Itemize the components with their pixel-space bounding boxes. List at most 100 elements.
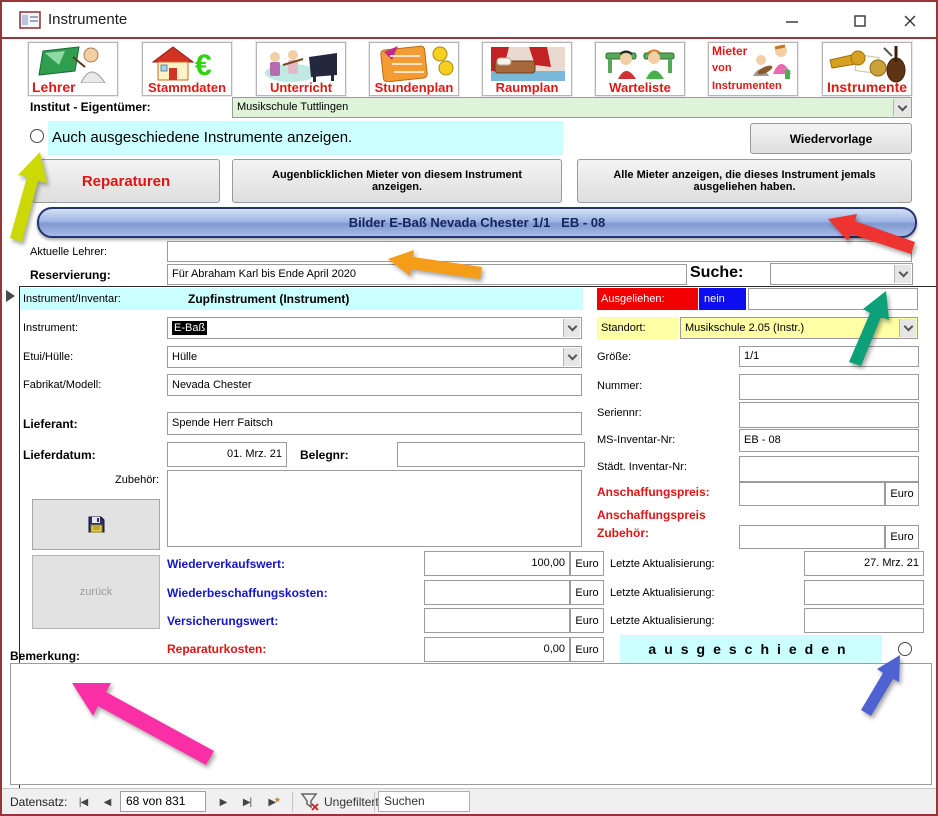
letzte-aktualisierung-field-1[interactable]: 27. Mrz. 21 xyxy=(804,551,924,576)
versicherungswert-field[interactable] xyxy=(424,608,570,633)
chevron-down-icon xyxy=(897,101,907,111)
close-button[interactable] xyxy=(890,8,930,34)
belegnr-label: Belegnr: xyxy=(300,448,349,462)
wiedervorlage-button[interactable]: Wiedervorlage xyxy=(750,123,912,154)
toolbar: Lehrer € Stammdaten Unterricht xyxy=(2,40,936,97)
reparaturkosten-field[interactable]: 0,00 xyxy=(424,637,570,662)
next-record-icon: ▶ xyxy=(220,797,227,808)
wiederverkaufswert-field[interactable]: 100,00 xyxy=(424,551,570,576)
letzte-aktualisierung-label: Letzte Aktualisierung: xyxy=(610,558,715,570)
letzte-aktualisierung-field-2[interactable] xyxy=(804,580,924,605)
dropdown-button[interactable] xyxy=(899,319,916,337)
current-renter-button[interactable]: Augenblicklichen Mieter von diesem Instr… xyxy=(232,159,562,203)
toolbar-button-raumplan[interactable]: Raumplan xyxy=(482,42,572,96)
close-icon xyxy=(904,15,916,27)
reservierung-field[interactable]: Für Abraham Karl bis Ende April 2020 xyxy=(167,264,687,285)
staedt-inventar-field[interactable] xyxy=(739,456,919,482)
nav-separator xyxy=(374,792,375,812)
record-search-input[interactable]: Suchen xyxy=(378,791,470,812)
first-record-icon: |◀ xyxy=(79,797,87,808)
ms-inventar-field[interactable]: EB - 08 xyxy=(739,429,919,452)
toolbar-button-unterricht[interactable]: Unterricht xyxy=(256,42,346,96)
standort-label: Standort: xyxy=(597,317,679,339)
standort-combobox[interactable]: Musikschule 2.05 (Instr.) xyxy=(680,317,918,339)
letzte-aktualisierung-label: Letzte Aktualisierung: xyxy=(610,615,715,627)
dropdown-button[interactable] xyxy=(563,319,580,337)
dropdown-button[interactable] xyxy=(893,99,910,116)
toolbar-label: Warteliste xyxy=(596,81,684,94)
toolbar-button-warteliste[interactable]: Warteliste xyxy=(595,42,685,96)
standort-value: Musikschule 2.05 (Instr.) xyxy=(685,322,804,334)
ausgeschieden-radio[interactable] xyxy=(898,642,912,656)
filter-state-label[interactable]: Ungefiltert xyxy=(324,795,379,809)
window-title: Instrumente xyxy=(48,11,127,28)
dropdown-button[interactable] xyxy=(563,348,580,366)
maximize-button[interactable] xyxy=(840,8,880,34)
aktuelle-lehrer-field[interactable] xyxy=(167,241,912,262)
owner-value: Musikschule Tuttlingen xyxy=(237,101,348,113)
groesse-field[interactable]: 1/1 xyxy=(739,346,919,367)
instrument-combobox[interactable]: E-Baß xyxy=(167,317,582,339)
zubehoer-field[interactable] xyxy=(167,470,582,547)
nummer-label: Nummer: xyxy=(597,380,642,392)
toolbar-button-stammdaten[interactable]: € Stammdaten xyxy=(142,42,232,96)
reparaturen-button[interactable]: Reparaturen xyxy=(32,159,220,203)
save-button[interactable] xyxy=(32,499,160,550)
new-record-button[interactable]: ▶* xyxy=(260,789,288,815)
previous-record-button[interactable]: ◀ xyxy=(96,789,118,815)
anschaffungspreis-label: Anschaffungspreis: xyxy=(597,485,710,499)
wiederbeschaffung-field[interactable] xyxy=(424,580,570,605)
lieferdatum-label: Lieferdatum: xyxy=(23,448,96,462)
house-euro-icon: € xyxy=(149,44,227,82)
lieferdatum-field[interactable]: 01. Mrz. 21 xyxy=(167,442,287,467)
next-record-button[interactable]: ▶ xyxy=(212,789,234,815)
bemerkung-field[interactable] xyxy=(10,663,932,785)
letzte-aktualisierung-field-3[interactable] xyxy=(804,608,924,633)
last-record-button[interactable]: ▶| xyxy=(236,789,258,815)
seriennr-field[interactable] xyxy=(739,402,919,428)
show-retired-label: Auch ausgeschiedene Instrumente anzeigen… xyxy=(48,121,563,155)
bilder-button[interactable]: Bilder E-Baß Nevada Chester 1/1 EB - 08 xyxy=(37,207,917,238)
etui-combobox[interactable]: Hülle xyxy=(167,346,582,368)
toolbar-button-mieter-von-instrumenten[interactable]: Mieter von Instrumenten xyxy=(708,42,798,96)
anschaffungspreis-zubehoer-field[interactable] xyxy=(739,525,885,549)
filter-icon xyxy=(300,793,320,811)
versicherungswert-label: Versicherungswert: xyxy=(167,614,278,628)
ms-inventar-label: MS-Inventar-Nr: xyxy=(597,434,675,446)
wiederverkaufswert-label: Wiederverkaufswert: xyxy=(167,557,285,571)
floppy-disk-icon xyxy=(88,516,105,533)
euro-label: Euro xyxy=(570,608,604,633)
show-retired-radio[interactable] xyxy=(30,129,44,143)
record-position-box[interactable]: 68 von 831 xyxy=(120,791,206,812)
toolbar-button-instrumente[interactable]: Instrumente xyxy=(822,42,912,96)
first-record-button[interactable]: |◀ xyxy=(72,789,94,815)
record-selector-icon xyxy=(6,290,15,302)
all-renters-button[interactable]: Alle Mieter anzeigen, die dieses Instrum… xyxy=(577,159,912,203)
toolbar-label: Unterricht xyxy=(257,81,345,94)
form-icon xyxy=(19,11,41,29)
lieferant-field[interactable]: Spende Herr Faitsch xyxy=(167,412,582,435)
etui-value: Hülle xyxy=(172,351,197,363)
toolbar-label: Raumplan xyxy=(483,81,571,94)
minimize-icon xyxy=(786,15,798,27)
zurueck-button[interactable]: zurück xyxy=(32,555,160,629)
toolbar-label-line1: Mieter xyxy=(712,45,747,58)
fabrikat-field[interactable]: Nevada Chester xyxy=(167,374,582,396)
dropdown-button[interactable] xyxy=(894,265,911,283)
chevron-down-icon xyxy=(898,268,908,278)
teacher-icon xyxy=(35,45,113,83)
toolbar-button-lehrer[interactable]: Lehrer xyxy=(28,42,118,96)
anschaffungspreis-field[interactable] xyxy=(739,482,885,506)
toolbar-button-stundenplan[interactable]: Stundenplan xyxy=(369,42,459,96)
nummer-field[interactable] xyxy=(739,374,919,400)
waiting-children-icon xyxy=(602,45,680,83)
bemerkung-label: Bemerkung: xyxy=(10,649,80,663)
belegnr-field[interactable] xyxy=(397,442,585,467)
minimize-button[interactable] xyxy=(772,8,812,34)
kategorie-label: Instrument/Inventar: xyxy=(23,293,121,305)
reparaturkosten-label: Reparaturkosten: xyxy=(167,642,266,656)
suche-combobox[interactable] xyxy=(770,263,913,285)
toolbar-label: Instrumente xyxy=(823,81,911,94)
ausgeliehen-extra-field[interactable] xyxy=(748,288,918,310)
owner-combobox[interactable]: Musikschule Tuttlingen xyxy=(232,97,912,118)
